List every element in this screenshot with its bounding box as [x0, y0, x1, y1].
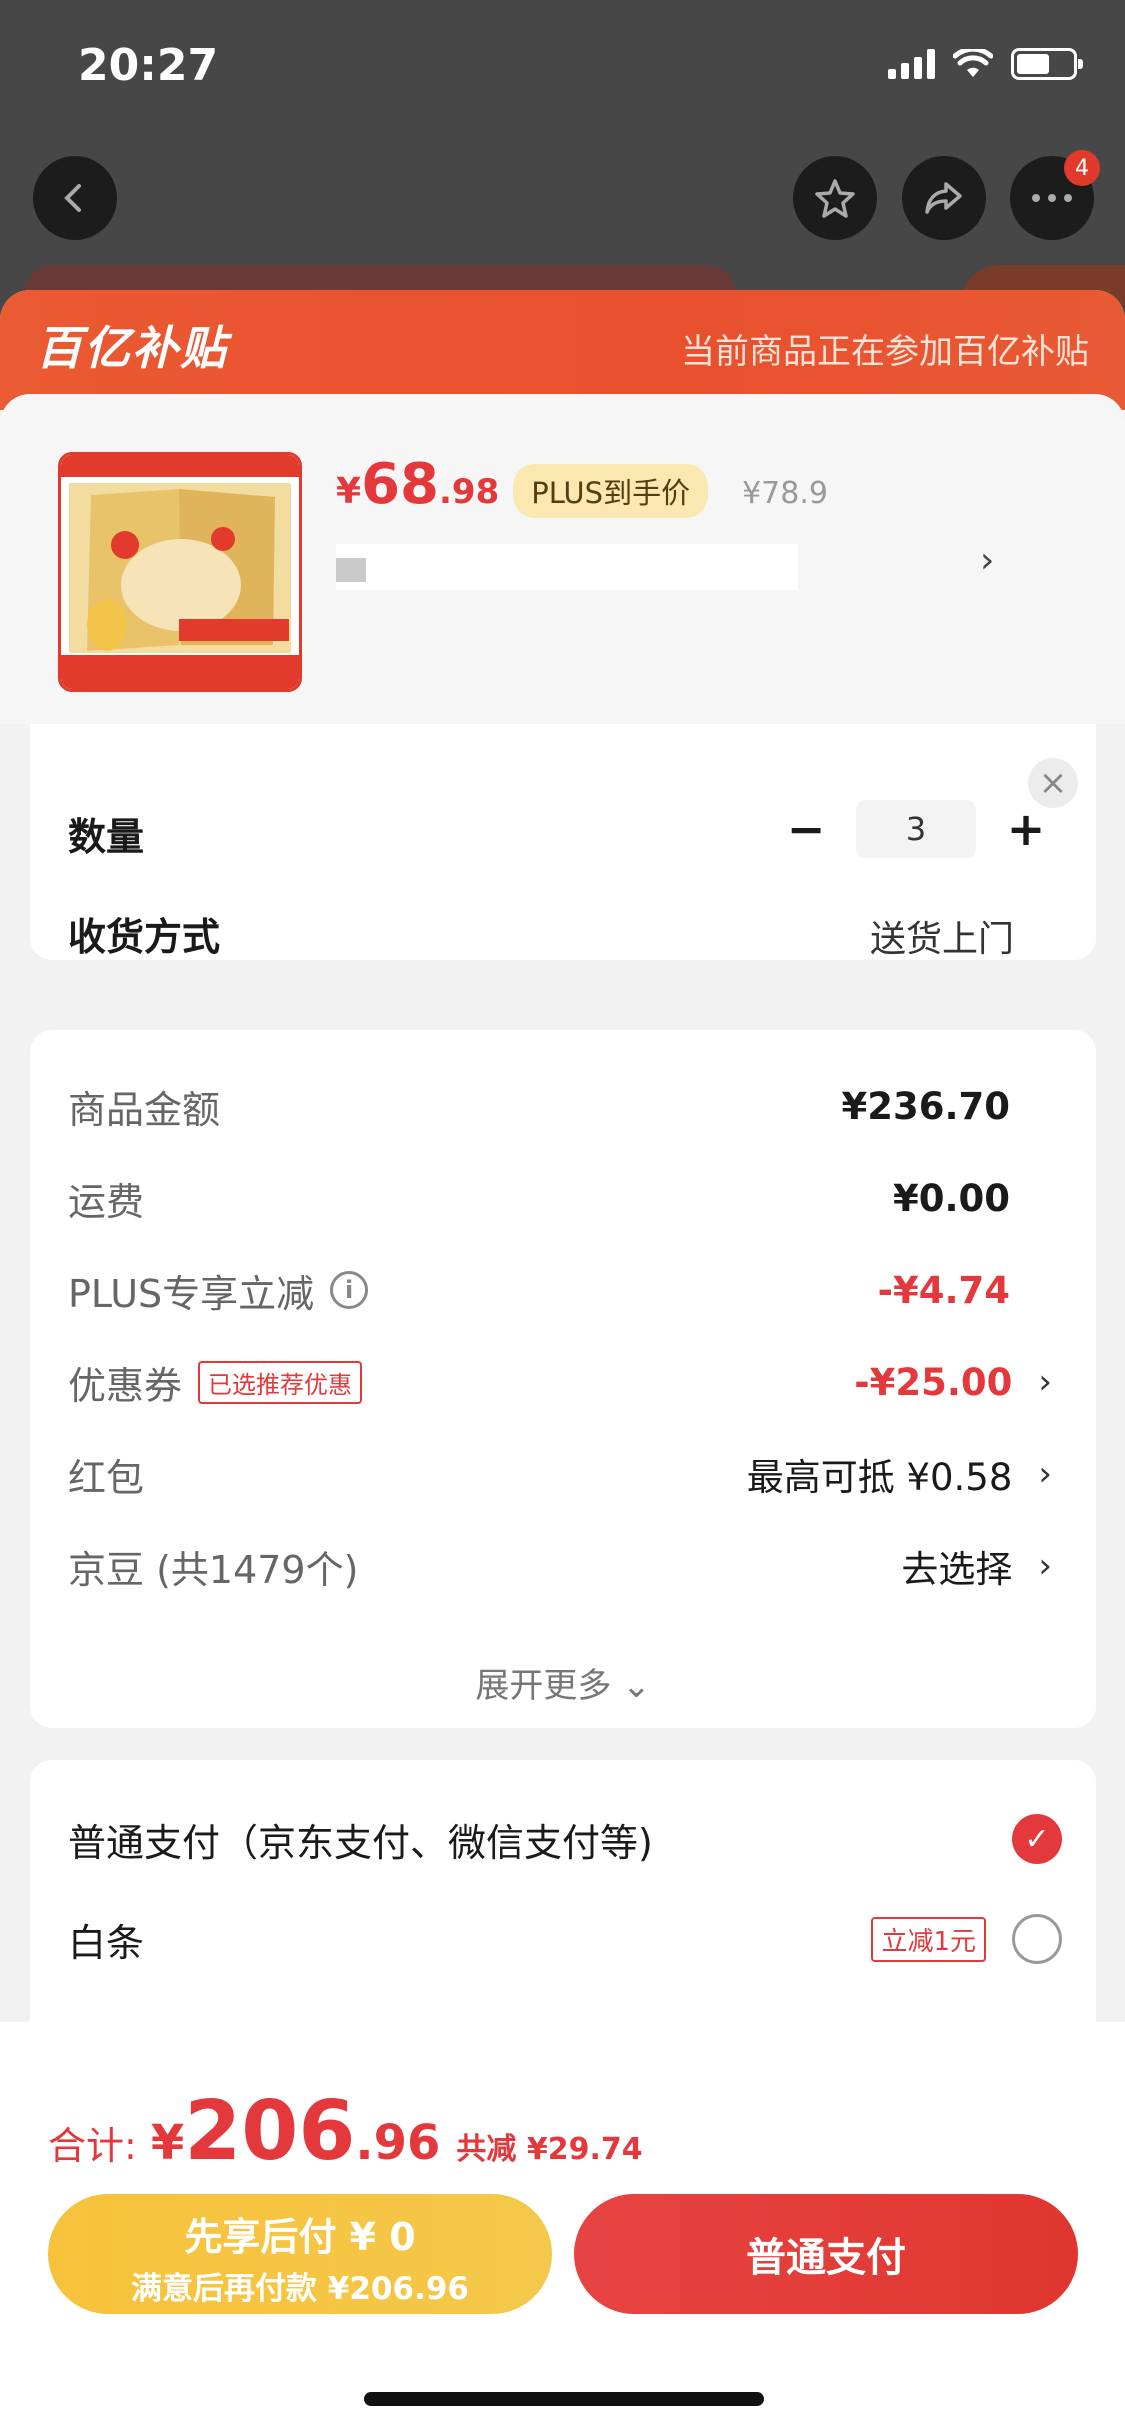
subsidy-note: 当前商品正在参加百亿补贴: [681, 332, 1089, 372]
share-icon: [925, 182, 962, 214]
plus-discount-value: -¥4.74: [877, 1268, 1010, 1312]
favorite-button[interactable]: [793, 156, 877, 240]
normal-pay-label: 普通支付（京东支付、微信支付等): [68, 1820, 653, 1865]
baitiao-discount-tag: 立减1元: [871, 1916, 986, 1962]
total-saved: 共减 ¥29.74: [456, 2132, 643, 2167]
back-button[interactable]: [33, 156, 117, 240]
normal-pay-row[interactable]: 普通支付（京东支付、微信支付等) ✓: [68, 1804, 1062, 1874]
red-packet-value-group: 最高可抵 ¥0.58 ›: [747, 1447, 1052, 1501]
jingdou-value: 去选择: [901, 1548, 1013, 1591]
subsidy-logo: 百亿补贴: [36, 321, 228, 375]
delivery-label: 收货方式: [68, 915, 221, 959]
status-bar: 20:27: [0, 0, 1125, 140]
payment-method-card: 普通支付（京东支付、微信支付等) ✓ 白条 立减1元: [30, 1760, 1096, 2060]
decrease-button[interactable]: −: [786, 802, 826, 856]
baitiao-row[interactable]: 白条 立减1元: [68, 1904, 1062, 1974]
total-currency: ¥: [150, 2115, 185, 2171]
pay-later-title: 先享后付 ¥ 0: [184, 2215, 416, 2259]
status-time: 20:27: [78, 40, 219, 91]
jingdou-label: 京豆 (共1479个): [68, 1547, 359, 1592]
chevron-right-icon: ›: [1038, 1362, 1052, 1402]
subsidy-header: 百亿补贴 当前商品正在参加百亿补贴: [0, 290, 1125, 410]
coupon-row[interactable]: 优惠券 已选推荐优惠 -¥25.00 ›: [68, 1352, 1052, 1412]
red-packet-row[interactable]: 红包 最高可抵 ¥0.58 ›: [68, 1444, 1052, 1504]
total-amount-dec: .96: [355, 2115, 441, 2171]
chevron-left-icon: [64, 184, 81, 212]
battery-icon: [1011, 48, 1083, 80]
status-icons: [888, 48, 1083, 80]
baitiao-label: 白条: [68, 1920, 145, 1965]
total-row: 合计: ¥ 206 .96 共减 ¥29.74: [48, 2084, 643, 2179]
shipping-value: ¥0.00: [892, 1176, 1010, 1220]
jingdou-value-group: 去选择 ›: [901, 1539, 1052, 1593]
product-name-redacted: [336, 544, 798, 590]
cellular-signal-icon: [888, 49, 935, 79]
notification-badge: 4: [1064, 150, 1100, 186]
radio-unchecked-icon[interactable]: [1012, 1914, 1062, 1964]
quantity-stepper: − 3 +: [786, 800, 1046, 858]
coupon-value: -¥25.00: [854, 1360, 1013, 1404]
normal-pay-button[interactable]: 普通支付: [574, 2194, 1078, 2314]
close-button[interactable]: ×: [1028, 758, 1078, 808]
quantity-delivery-card: 数量 − 3 + 收货方式 送货上门: [30, 724, 1096, 960]
chevron-right-icon: ›: [1038, 1454, 1052, 1494]
total-amount-int: 206: [184, 2084, 356, 2179]
product-image[interactable]: [58, 452, 302, 692]
plus-price-badge: PLUS到手价: [513, 464, 709, 518]
coupon-label: 优惠券: [68, 1363, 183, 1408]
chevron-right-icon: ›: [1038, 1546, 1052, 1586]
checkmark-icon[interactable]: ✓: [1012, 1814, 1062, 1864]
product-summary: ¥68.98 PLUS到手价 ¥78.9 ›: [0, 394, 1125, 724]
home-indicator: [364, 2392, 764, 2406]
product-image-art: [61, 455, 299, 689]
goods-amount-row: 商品金额 ¥236.70: [68, 1076, 1052, 1136]
goods-amount-value: ¥236.70: [841, 1084, 1010, 1128]
jingdou-row[interactable]: 京豆 (共1479个) 去选择 ›: [68, 1536, 1052, 1596]
quantity-input[interactable]: 3: [856, 800, 976, 858]
goods-amount-label: 商品金额: [68, 1087, 221, 1132]
red-packet-label: 红包: [68, 1455, 145, 1500]
total-label: 合计:: [48, 2124, 137, 2168]
normal-pay-right: ✓: [1012, 1814, 1062, 1864]
original-price: ¥78.9: [742, 476, 828, 511]
delivery-method[interactable]: 送货上门: [870, 910, 1014, 962]
red-packet-value: 最高可抵 ¥0.58: [746, 1456, 1013, 1499]
share-button[interactable]: [902, 156, 986, 240]
wifi-icon: [953, 49, 993, 77]
plus-discount-label: PLUS专享立减: [68, 1271, 315, 1316]
more-button[interactable]: 4: [1010, 150, 1100, 240]
coupon-value-group: -¥25.00 ›: [854, 1361, 1052, 1404]
product-price: ¥68.98: [336, 452, 500, 517]
price-row: ¥68.98 PLUS到手价 ¥78.9: [336, 452, 828, 518]
pay-later-button[interactable]: 先享后付 ¥ 0 满意后再付款 ¥206.96: [48, 2194, 552, 2314]
baitiao-right: 立减1元: [871, 1914, 1062, 1964]
checkout-bottom-bar: 合计: ¥ 206 .96 共减 ¥29.74 先享后付 ¥ 0 满意后再付款 …: [0, 2022, 1125, 2436]
quantity-label: 数量: [68, 815, 145, 859]
amount-breakdown-card: 商品金额 ¥236.70 运费 ¥0.00 PLUS专享立减 i -¥4.74 …: [30, 1030, 1096, 1728]
expand-more-button[interactable]: 展开更多 ⌄: [30, 1658, 1096, 1707]
increase-button[interactable]: +: [1006, 802, 1046, 856]
more-dots-icon: [1032, 194, 1072, 202]
plus-discount-row: PLUS专享立减 i -¥4.74: [68, 1260, 1052, 1320]
coupon-label-group: 优惠券 已选推荐优惠: [68, 1355, 363, 1410]
coupon-recommended-tag: 已选推荐优惠: [198, 1360, 363, 1404]
pay-later-subtitle: 满意后再付款 ¥206.96: [131, 2271, 469, 2307]
plus-discount-label-group: PLUS专享立减 i: [68, 1263, 369, 1318]
star-icon: [815, 179, 855, 218]
shipping-row: 运费 ¥0.00: [68, 1168, 1052, 1228]
info-icon[interactable]: i: [330, 1271, 369, 1309]
product-detail-chevron[interactable]: ›: [980, 540, 994, 581]
shipping-label: 运费: [68, 1179, 145, 1224]
